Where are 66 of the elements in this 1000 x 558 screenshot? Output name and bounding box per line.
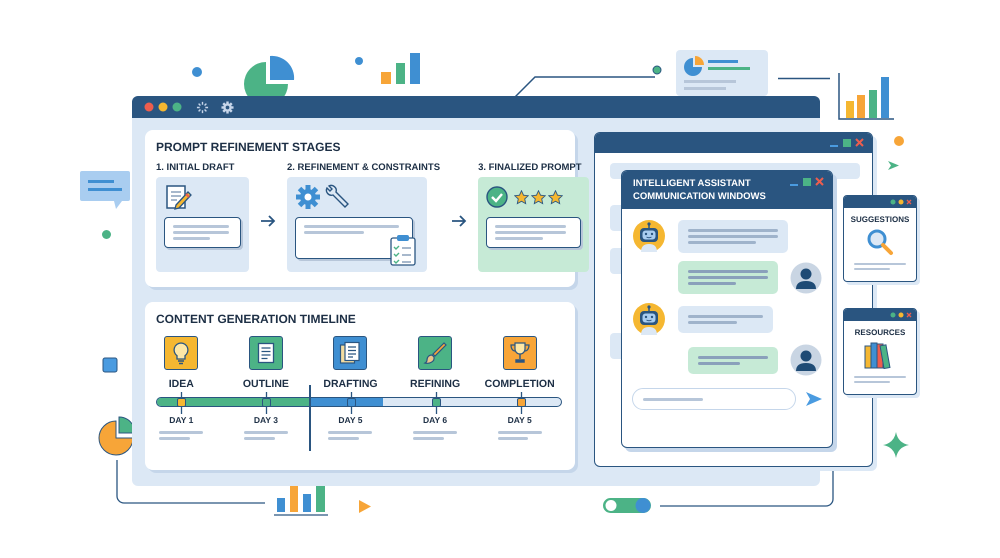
loading-spinner-icon xyxy=(196,100,209,114)
day-label: DAY 5 xyxy=(338,415,363,425)
placeholder-lines xyxy=(413,428,458,443)
dot-icon xyxy=(894,136,904,146)
square-icon xyxy=(102,357,118,373)
dot-icon xyxy=(355,57,363,65)
user-avatar-icon xyxy=(790,262,822,294)
panel-title: RESOURCES xyxy=(854,328,906,337)
placeholder-lines xyxy=(328,428,372,443)
gear-wrench-icon xyxy=(295,183,351,211)
sparkle-icon xyxy=(883,432,909,458)
document-pencil-icon xyxy=(164,183,192,211)
milestone-label: OUTLINE xyxy=(242,378,289,390)
trophy-icon xyxy=(508,341,532,365)
window-controls-icon[interactable] xyxy=(890,312,912,318)
arrowhead-icon xyxy=(888,161,899,170)
stage-label: 3. FINALIZED PROMPT xyxy=(478,162,582,173)
paintbrush-icon xyxy=(423,341,448,365)
dot-icon xyxy=(102,230,111,239)
lightbulb-icon xyxy=(172,341,190,365)
robot-avatar-icon xyxy=(632,219,666,253)
report-card-icon xyxy=(676,50,768,96)
placeholder-lines xyxy=(244,428,288,443)
day-label: DAY 1 xyxy=(169,415,194,425)
panel-title: SUGGESTIONS xyxy=(850,215,910,224)
document-icon xyxy=(256,342,275,364)
stage-label: 1. INITIAL DRAFT xyxy=(156,162,234,173)
window-buttons-icon[interactable] xyxy=(790,177,824,187)
day-label: DAY 5 xyxy=(508,415,532,425)
toggle-icon xyxy=(602,497,652,514)
settings-icon[interactable] xyxy=(221,100,234,114)
window-buttons-icon[interactable] xyxy=(830,138,864,148)
placeholder-lines xyxy=(854,373,906,386)
bar-chart-icon xyxy=(838,73,894,120)
chat-bubble-icon xyxy=(80,171,130,209)
robot-avatar-icon xyxy=(632,302,666,336)
magnifier-icon xyxy=(866,228,894,256)
day-label: DAY 6 xyxy=(423,415,448,425)
check-circle-icon xyxy=(486,186,508,208)
placeholder-lines xyxy=(854,260,906,273)
placeholder-lines xyxy=(159,428,204,443)
milestone-label: IDEA xyxy=(168,378,194,390)
section-title: CONTENT GENERATION TIMELINE xyxy=(156,312,356,326)
send-icon[interactable] xyxy=(806,392,822,406)
message-input-field[interactable] xyxy=(632,388,796,410)
milestone-label: REFINING xyxy=(410,378,460,390)
window-title: INTELLIGENT ASSISTANT COMMUNICATION WINDOWS xyxy=(633,177,767,203)
day-label: DAY 3 xyxy=(254,415,278,425)
play-icon xyxy=(359,500,371,513)
star-icon xyxy=(514,190,530,204)
right-arrow-icon xyxy=(451,215,468,227)
window-controls-icon[interactable] xyxy=(144,102,184,112)
documents-icon xyxy=(339,341,362,365)
star-icon xyxy=(548,190,564,204)
section-title: PROMPT REFINEMENT STAGES xyxy=(156,140,340,154)
milestone-label: COMPLETION xyxy=(484,378,555,390)
star-icon xyxy=(531,190,546,204)
placeholder-lines xyxy=(498,428,542,443)
window-controls-icon[interactable] xyxy=(890,199,912,205)
dot-icon xyxy=(192,67,202,77)
user-avatar-icon xyxy=(790,344,822,376)
milestone-label: DRAFTING xyxy=(323,378,378,390)
right-arrow-icon xyxy=(260,215,276,227)
connector-line xyxy=(778,77,830,80)
bar-chart-icon xyxy=(381,53,421,84)
stage-label: 2. REFINEMENT & CONSTRAINTS xyxy=(287,162,440,173)
